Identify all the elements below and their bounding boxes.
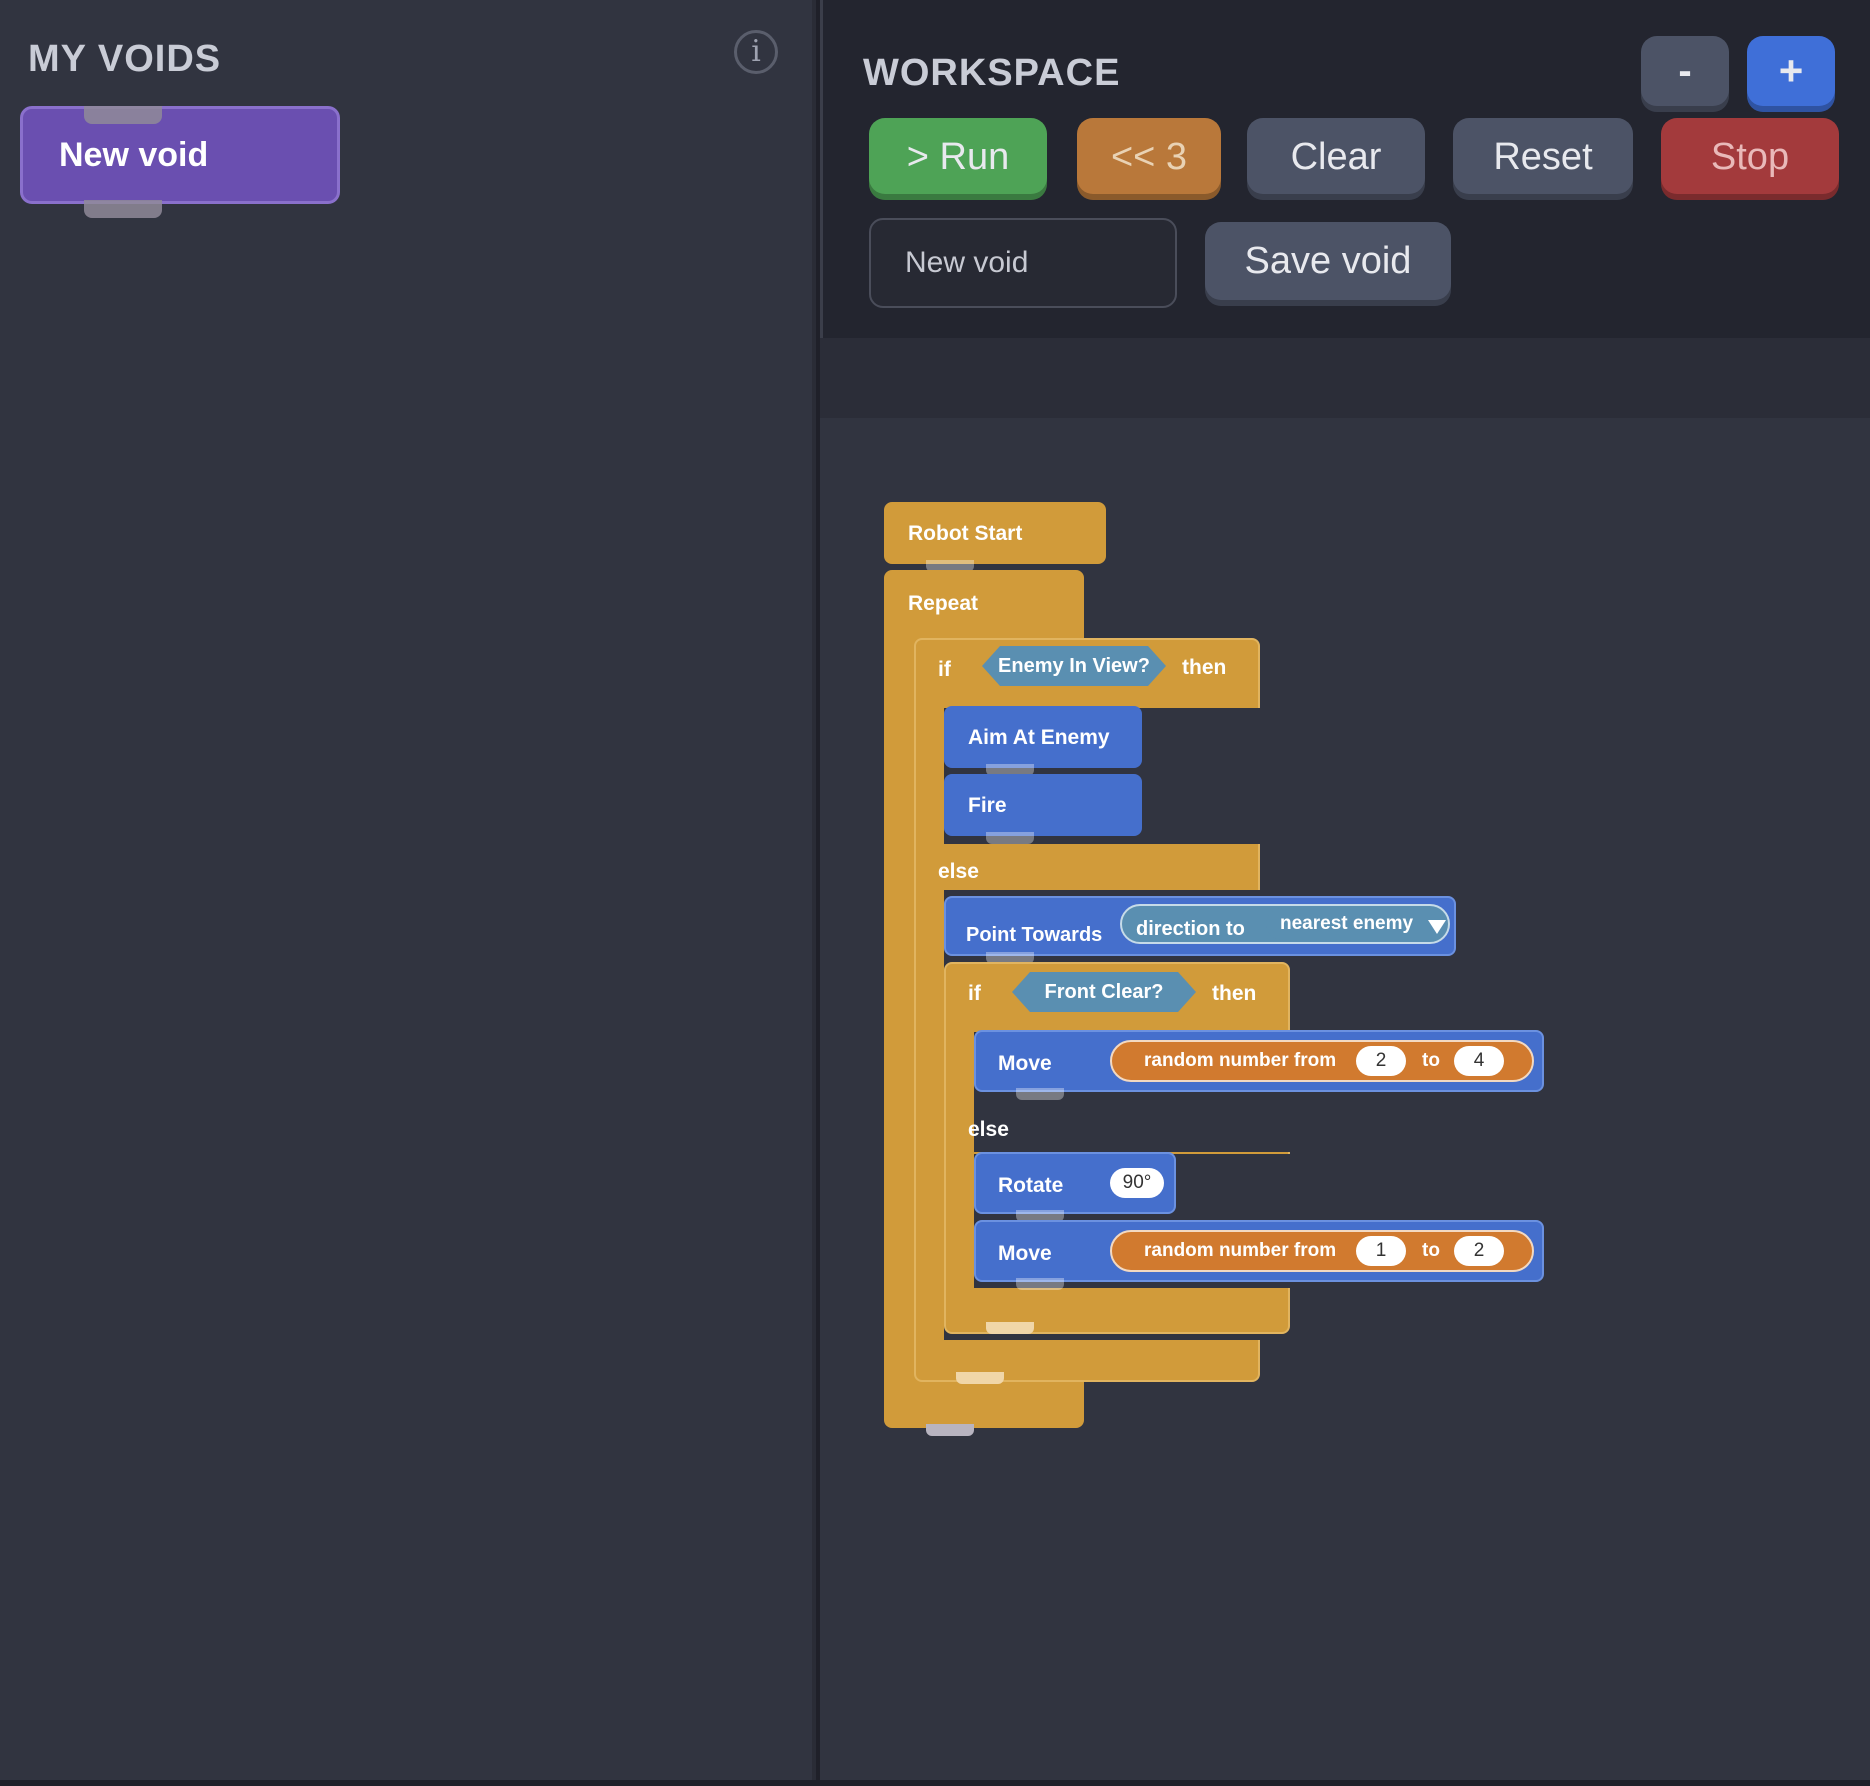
if-label: if [968,982,981,1005]
to-label: to [1422,1050,1440,1071]
void-name-input[interactable]: New void [869,218,1177,308]
block-notch-top [84,106,162,124]
zoom-in-button[interactable]: + [1747,36,1835,112]
point-towards-label: Point Towards [966,924,1103,946]
step-back-button[interactable]: << 3 [1077,118,1221,200]
rotate-label: Rotate [998,1174,1064,1197]
robot-start-label: Robot Start [908,522,1023,545]
my-voids-title: MY VOIDS [28,38,222,80]
workspace-header: WORKSPACE - + > Run << 3 Clear Reset Sto… [820,0,1870,338]
fire-label: Fire [968,794,1007,817]
block-connector [986,1322,1034,1334]
to-label: to [1422,1240,1440,1261]
nearest-enemy-value: nearest enemy [1280,913,1414,934]
workspace-title: WORKSPACE [863,52,1121,94]
my-voids-panel: MY VOIDS i New void [0,0,816,1780]
enemy-in-view-condition[interactable]: Enemy In View? [982,646,1166,686]
save-void-button[interactable]: Save void [1205,222,1451,306]
zoom-out-button[interactable]: - [1641,36,1729,112]
info-icon[interactable]: i [734,30,778,74]
chevron-down-icon[interactable] [1428,920,1446,934]
run-button[interactable]: > Run [869,118,1047,200]
block-connector [1016,1278,1064,1290]
random-number-label: random number from [1144,1240,1337,1261]
if-label: if [938,658,951,681]
random-from-input[interactable]: 1 [1356,1236,1406,1266]
block-connector [986,832,1034,844]
move-label: Move [998,1052,1052,1075]
then-label: then [1212,982,1257,1005]
random-to-input[interactable]: 4 [1454,1046,1504,1076]
rotate-angle-input[interactable]: 90° [1110,1168,1164,1198]
random-from-input[interactable]: 2 [1356,1046,1406,1076]
aim-label: Aim At Enemy [968,726,1110,749]
workspace-panel: WORKSPACE - + > Run << 3 Clear Reset Sto… [820,0,1870,1780]
block-notch-bottom [84,200,162,218]
block-connector [1016,1088,1064,1100]
clear-button[interactable]: Clear [1247,118,1425,200]
direction-to-label: direction to [1136,918,1245,940]
front-clear-condition[interactable]: Front Clear? [1012,972,1196,1012]
random-number-label: random number from [1144,1050,1337,1071]
then-label: then [1182,656,1227,679]
stop-button[interactable]: Stop [1661,118,1839,200]
else-label: else [968,1118,1009,1141]
move-label: Move [998,1242,1052,1265]
nearest-enemy-dropdown[interactable]: nearest enemy [1266,908,1446,940]
random-to-input[interactable]: 2 [1454,1236,1504,1266]
else-label: else [938,860,979,883]
reset-button[interactable]: Reset [1453,118,1633,200]
repeat-label: Repeat [908,592,979,615]
block-connector [926,1424,974,1436]
block-connector [956,1372,1004,1384]
new-void-block[interactable]: New void [20,106,340,204]
workspace-toolbar-strip [820,338,1870,418]
